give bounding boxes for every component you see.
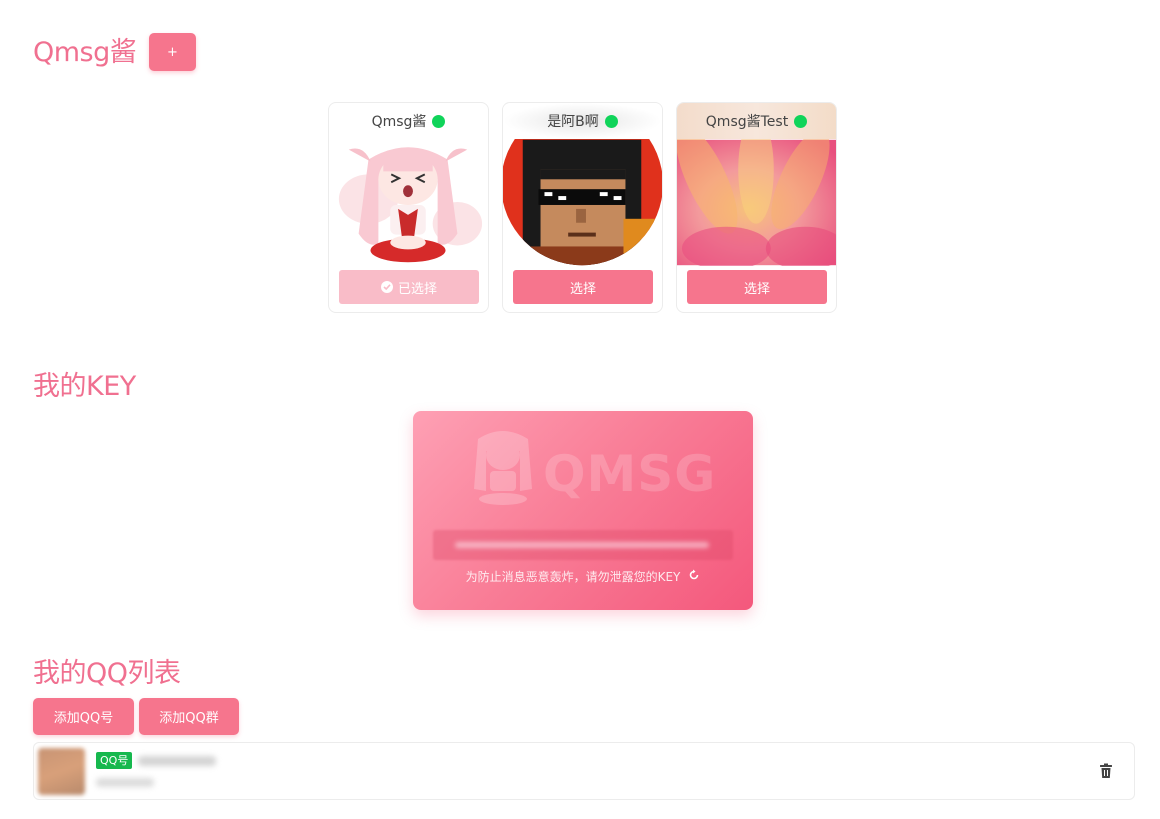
select-bot-button[interactable]: 选择: [687, 270, 827, 304]
key-hint: 为防止消息恶意轰炸，请勿泄露您的KEY: [413, 568, 753, 585]
online-status-icon: [794, 114, 808, 128]
bot-name: Qmsg酱Test: [705, 114, 789, 130]
key-card: QMSG 为防止消息恶意轰炸，请勿泄露您的KEY: [413, 411, 753, 610]
bot-name: 是阿B啊: [547, 114, 599, 130]
add-qq-button[interactable]: 添加QQ号: [33, 698, 134, 735]
bot-avatar-image: [677, 139, 836, 266]
bot-name: Qmsg酱: [371, 114, 427, 130]
bot-card-header: 是阿B啊: [503, 103, 662, 139]
refresh-icon[interactable]: [688, 569, 700, 585]
check-circle-icon: [380, 281, 393, 293]
bot-button-label: 选择: [569, 281, 596, 297]
bot-card-header: Qmsg酱: [329, 103, 488, 139]
qq-number: [138, 756, 216, 766]
trash-icon[interactable]: [1099, 763, 1113, 779]
key-hint-text: 为防止消息恶意轰炸，请勿泄露您的KEY: [465, 570, 681, 584]
bot-card-header: Qmsg酱Test: [677, 103, 836, 139]
bot-selected-button[interactable]: 已选择: [339, 270, 479, 304]
bot-avatar-image: [503, 139, 662, 266]
qq-nickname: [96, 778, 154, 787]
key-value-field[interactable]: [433, 530, 733, 560]
bot-card-abei: 是阿B啊 选择: [502, 102, 663, 313]
qq-avatar: [38, 748, 85, 795]
add-bot-button[interactable]: +: [149, 33, 196, 71]
qq-type-badge: QQ号: [96, 752, 133, 769]
bot-card-qmsg: Qmsg酱 已选择: [328, 102, 489, 313]
online-status-icon: [432, 114, 446, 128]
bot-card-qmsg-test: Qmsg酱Test 选择: [676, 102, 837, 313]
online-status-icon: [604, 114, 618, 128]
add-qq-group-button[interactable]: 添加QQ群: [139, 698, 239, 735]
qmsg-logo-icon: [474, 431, 532, 505]
page-title: Qmsg酱: [33, 37, 137, 68]
select-bot-button[interactable]: 选择: [513, 270, 653, 304]
bot-button-label: 选择: [743, 281, 770, 297]
qq-section-title: 我的QQ列表: [33, 658, 181, 689]
key-section-title: 我的KEY: [33, 371, 136, 402]
qq-list-item: QQ号: [33, 742, 1135, 800]
bot-avatar-image: [329, 139, 488, 266]
bot-button-label: 已选择: [397, 281, 437, 297]
key-brand-text: QMSG: [543, 445, 717, 503]
